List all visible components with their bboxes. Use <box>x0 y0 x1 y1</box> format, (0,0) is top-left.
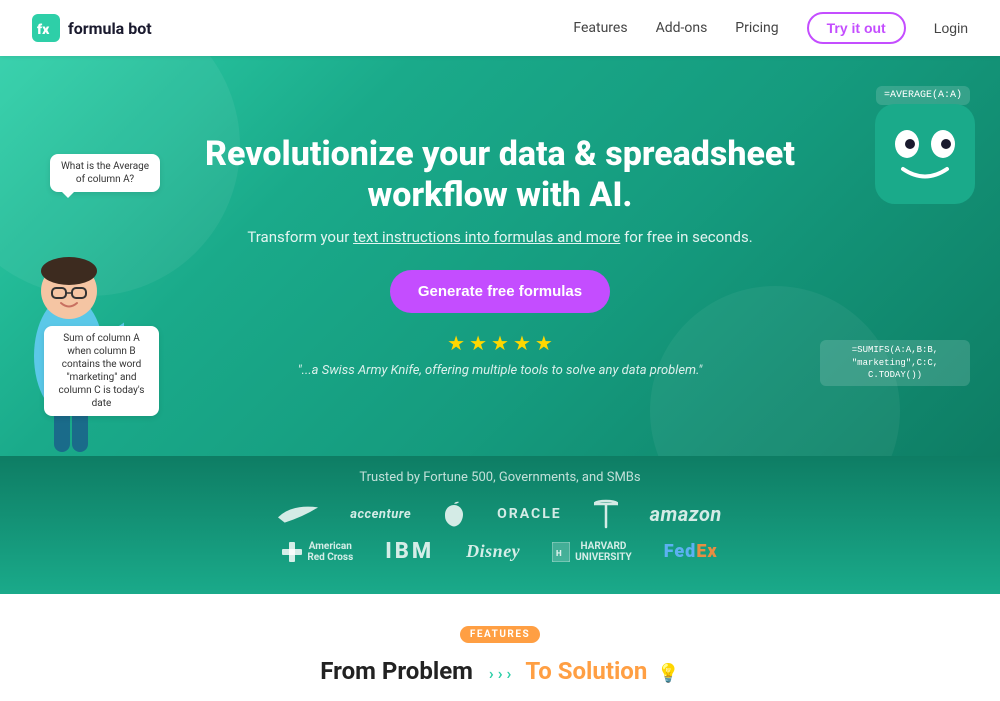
harvard-logo: H HARVARDUNIVERSITY <box>552 541 632 563</box>
features-title-from: From Problem › › › To Solution 💡 <box>320 657 679 685</box>
logo-text: formula bot <box>68 19 152 38</box>
star-1: ★ <box>447 331 465 355</box>
nav-features[interactable]: Features <box>573 20 627 36</box>
speech-bubble-2: Sum of column A when column B contains t… <box>44 326 159 416</box>
tesla-logo <box>594 499 618 529</box>
robot-face <box>875 104 975 204</box>
features-teaser: FEATURES From Problem › › › To Solution … <box>0 594 1000 701</box>
speech-bubble-1: What is the Average of column A? <box>50 154 160 192</box>
nav-addons[interactable]: Add-ons <box>656 20 708 36</box>
generate-formulas-button[interactable]: Generate free formulas <box>390 270 610 313</box>
star-5: ★ <box>535 331 553 355</box>
hero-section: What is the Average of column A? Sum of … <box>0 56 1000 456</box>
svg-text:H: H <box>556 549 562 558</box>
features-title-row: From Problem › › › To Solution 💡 <box>320 657 679 685</box>
redcross-logo: AmericanRed Cross <box>282 541 353 563</box>
hero-quote: "...a Swiss Army Knife, offering multipl… <box>298 363 703 378</box>
star-2: ★ <box>469 331 487 355</box>
formula-chip-1: =AVERAGE(A:A) <box>876 86 970 105</box>
ibm-logo: IBM <box>385 539 434 564</box>
svg-text:fx: fx <box>37 22 50 38</box>
navbar: fx formula bot Features Add-ons Pricing … <box>0 0 1000 56</box>
login-button[interactable]: Login <box>934 20 968 36</box>
oracle-logo: ORACLE <box>497 506 562 522</box>
nav-pricing[interactable]: Pricing <box>735 20 778 36</box>
disney-logo: Disney <box>466 541 520 562</box>
logos-row-2: AmericanRed Cross IBM Disney H HARVARDUN… <box>0 539 1000 564</box>
subtitle-post: for free in seconds. <box>620 228 752 246</box>
subtitle-pre: Transform your <box>247 228 353 246</box>
problem-text: Problem <box>382 657 473 685</box>
trusted-section: Trusted by Fortune 500, Governments, and… <box>0 456 1000 594</box>
logo-icon: fx <box>32 14 60 42</box>
amazon-logo: amazon <box>650 502 722 526</box>
star-3: ★ <box>491 331 509 355</box>
hero-subtitle: Transform your text instructions into fo… <box>247 228 752 246</box>
formula-chip-2: =SUMIFS(A:A,B:B, "marketing",C:C, C.TODA… <box>820 340 970 386</box>
stars-row: ★ ★ ★ ★ ★ <box>447 331 553 355</box>
left-illustration: What is the Average of column A? Sum of … <box>0 136 180 456</box>
title-pre: From <box>320 657 382 685</box>
try-it-out-button[interactable]: Try it out <box>807 12 906 44</box>
fedex-logo: FedEx <box>664 541 718 562</box>
hero-title: Revolutionize your data & spreadsheet wo… <box>200 134 800 216</box>
logo[interactable]: fx formula bot <box>32 14 152 42</box>
nike-logo <box>278 504 318 524</box>
solution-text: To Solution <box>525 657 647 685</box>
apple-logo <box>443 501 465 527</box>
trusted-label: Trusted by Fortune 500, Governments, and… <box>0 470 1000 485</box>
lightbulb-icon: 💡 <box>657 663 679 684</box>
arrows-icon: › › › <box>489 664 515 683</box>
right-illustration: =AVERAGE(A:A) =SUMIFS(A:A,B:B, "marketin… <box>820 76 980 416</box>
accenture-logo: accenture <box>350 507 411 522</box>
logos-row-1: accenture ORACLE amazon <box>0 499 1000 529</box>
star-4: ★ <box>513 331 531 355</box>
subtitle-underline: text instructions into formulas and more <box>353 228 620 246</box>
features-badge: FEATURES <box>460 626 540 643</box>
nav-links: Features Add-ons Pricing Try it out Logi… <box>573 12 968 44</box>
